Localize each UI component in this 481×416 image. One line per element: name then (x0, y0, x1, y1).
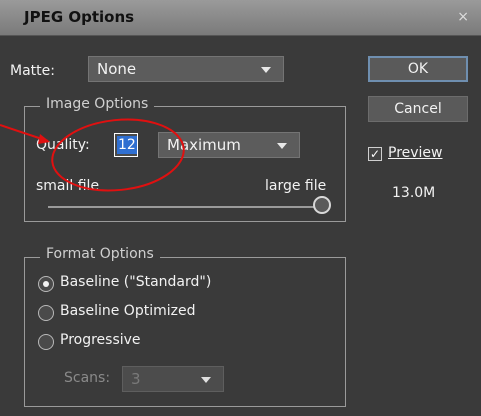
small-file-label: small file (36, 178, 100, 194)
matte-label: Matte: (10, 63, 55, 79)
progressive-label[interactable]: Progressive (60, 332, 141, 348)
quality-preset-value: Maximum (167, 136, 241, 154)
scans-label: Scans: (64, 370, 111, 386)
jpeg-options-dialog: JPEG Options × Matte: None Image Options… (0, 0, 481, 416)
file-size-readout: 13.0M (392, 185, 436, 201)
baseline-standard-radio[interactable] (38, 276, 54, 292)
chevron-down-icon (201, 377, 211, 383)
cancel-button[interactable]: Cancel (368, 96, 468, 122)
image-options-group (24, 106, 346, 222)
quality-slider-track[interactable] (48, 206, 320, 208)
dialog-title: JPEG Options (24, 8, 135, 26)
preview-label[interactable]: Preview (388, 145, 443, 161)
quality-input[interactable]: 12 (114, 133, 138, 157)
image-options-legend: Image Options (40, 96, 155, 112)
quality-label: Quality: (36, 137, 90, 153)
quality-value: 12 (117, 136, 137, 154)
chevron-down-icon (261, 67, 271, 73)
baseline-optimized-label[interactable]: Baseline Optimized (60, 303, 195, 319)
matte-dropdown[interactable]: None (88, 56, 284, 82)
title-bar: JPEG Options × (0, 0, 481, 36)
close-icon[interactable]: × (457, 9, 469, 25)
matte-value: None (97, 60, 137, 78)
progressive-radio[interactable] (38, 334, 54, 350)
chevron-down-icon (277, 143, 287, 149)
scans-value: 3 (131, 370, 141, 388)
baseline-optimized-radio[interactable] (38, 305, 54, 321)
scans-dropdown: 3 (122, 366, 224, 392)
ok-button[interactable]: OK (368, 56, 468, 82)
preview-checkbox[interactable]: ✓ (368, 147, 382, 161)
quality-slider-thumb[interactable] (313, 196, 331, 214)
quality-preset-dropdown[interactable]: Maximum (158, 132, 300, 158)
format-options-legend: Format Options (40, 246, 160, 262)
large-file-label: large file (265, 178, 327, 194)
baseline-standard-label[interactable]: Baseline ("Standard") (60, 274, 211, 290)
